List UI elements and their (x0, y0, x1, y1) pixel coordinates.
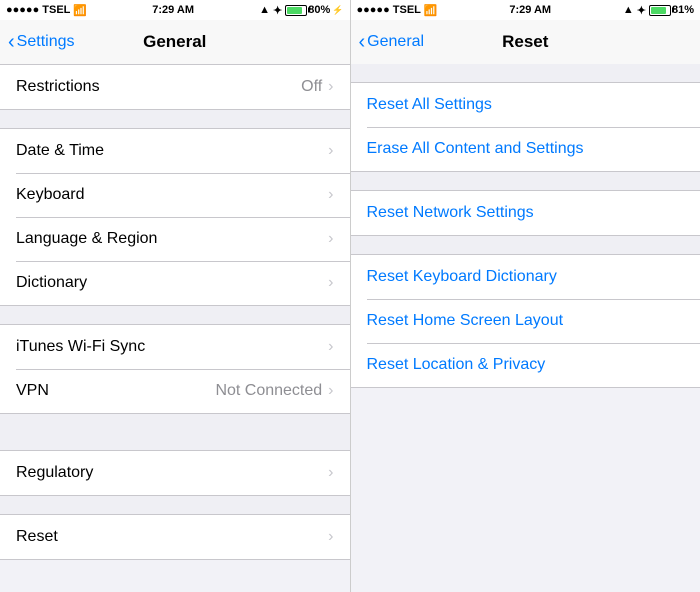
nav-bars: ‹ Settings General ‹ General Reset (0, 20, 700, 64)
sync-vpn-section: iTunes Wi-Fi Sync › VPN Not Connected › (0, 324, 350, 414)
reset-nav-section: Reset › (0, 514, 350, 560)
right-panel: Reset All Settings Erase All Content and… (351, 64, 700, 592)
regulatory-chevron-icon: › (328, 464, 333, 482)
reset-nav-chevron-icon: › (328, 528, 333, 546)
left-bluetooth-icon: ✦ (273, 4, 282, 17)
reset-keyboard-dict-row[interactable]: Reset Keyboard Dictionary (351, 255, 700, 299)
reset-home-screen-row[interactable]: Reset Home Screen Layout (351, 299, 700, 343)
left-nav-bar: ‹ Settings General (0, 20, 350, 64)
keyboard-label: Keyboard (16, 186, 328, 204)
left-back-label: Settings (17, 33, 75, 51)
regulatory-section: Regulatory › (0, 450, 350, 496)
left-status-left: ●●●●● TSEL 📶 (6, 4, 87, 17)
date-time-chevron-icon: › (328, 142, 333, 160)
left-battery-fill (287, 7, 301, 14)
right-nav-title: Reset (502, 32, 548, 52)
spacer-2 (0, 306, 350, 324)
erase-all-row[interactable]: Erase All Content and Settings (351, 127, 700, 171)
main-content: Restrictions Off › Date & Time › Keyboar… (0, 64, 700, 592)
dictionary-label: Dictionary (16, 274, 328, 292)
language-region-label: Language & Region (16, 230, 328, 248)
restrictions-chevron-icon: › (328, 78, 333, 96)
reset-all-settings-label: Reset All Settings (367, 96, 492, 114)
right-back-chevron-icon: ‹ (359, 32, 366, 52)
left-back-button[interactable]: ‹ Settings (8, 33, 74, 52)
left-wifi-icon: 📶 (73, 4, 87, 17)
left-status-right: ▲ ✦ 80% ⚡ (259, 4, 343, 17)
left-location-icon: ▲ (259, 4, 270, 16)
date-time-label: Date & Time (16, 142, 328, 160)
language-region-chevron-icon: › (328, 230, 333, 248)
dictionary-chevron-icon: › (328, 274, 333, 292)
restrictions-row[interactable]: Restrictions Off › (0, 65, 350, 109)
right-battery-percent: 81% (672, 4, 694, 16)
right-wifi-icon: 📶 (424, 4, 438, 17)
right-nav-bar: ‹ General Reset (350, 20, 700, 64)
language-region-row[interactable]: Language & Region › (0, 217, 350, 261)
right-carrier: ●●●●● TSEL (357, 4, 421, 16)
reset-group-2: Reset Network Settings (351, 190, 700, 236)
left-battery-icon (285, 5, 307, 16)
right-bluetooth-icon: ✦ (637, 4, 646, 17)
left-carrier: ●●●●● TSEL (6, 4, 70, 16)
right-back-button[interactable]: ‹ General (359, 33, 425, 52)
right-location-icon: ▲ (623, 4, 634, 16)
spacer-5 (0, 496, 350, 514)
right-spacer-2 (351, 172, 700, 190)
right-status-bar: ●●●●● TSEL 📶 7:29 AM ▲ ✦ 81% (351, 0, 700, 20)
regulatory-row[interactable]: Regulatory › (0, 451, 350, 495)
right-spacer-3 (351, 236, 700, 254)
vpn-chevron-icon: › (328, 382, 333, 400)
left-status-bar: ●●●●● TSEL 📶 7:29 AM ▲ ✦ 80% ⚡ (0, 0, 350, 20)
reset-location-privacy-row[interactable]: Reset Location & Privacy (351, 343, 700, 387)
general-section: Date & Time › Keyboard › Language & Regi… (0, 128, 350, 306)
restrictions-value: Off (301, 78, 322, 96)
reset-keyboard-dict-label: Reset Keyboard Dictionary (367, 268, 557, 286)
restrictions-section: Restrictions Off › (0, 64, 350, 110)
right-battery-icon (649, 5, 671, 16)
status-bars: ●●●●● TSEL 📶 7:29 AM ▲ ✦ 80% ⚡ ●●●●● TSE… (0, 0, 700, 20)
right-status-right: ▲ ✦ 81% (623, 4, 694, 17)
erase-all-label: Erase All Content and Settings (367, 140, 584, 158)
keyboard-row[interactable]: Keyboard › (0, 173, 350, 217)
keyboard-chevron-icon: › (328, 186, 333, 204)
spacer-3 (0, 414, 350, 432)
left-battery-percent: 80% (308, 4, 330, 16)
reset-nav-label: Reset (16, 528, 328, 546)
itunes-wifi-label: iTunes Wi-Fi Sync (16, 338, 328, 356)
reset-network-row[interactable]: Reset Network Settings (351, 191, 700, 235)
reset-home-screen-label: Reset Home Screen Layout (367, 312, 564, 330)
reset-all-settings-row[interactable]: Reset All Settings (351, 83, 700, 127)
right-back-label: General (367, 33, 424, 51)
right-battery: 81% (649, 4, 694, 16)
reset-network-label: Reset Network Settings (367, 204, 534, 222)
vpn-row[interactable]: VPN Not Connected › (0, 369, 350, 413)
left-battery: 80% ⚡ (285, 4, 343, 16)
reset-group-1: Reset All Settings Erase All Content and… (351, 82, 700, 172)
itunes-wifi-row[interactable]: iTunes Wi-Fi Sync › (0, 325, 350, 369)
vpn-value: Not Connected (215, 382, 322, 400)
restrictions-label: Restrictions (16, 78, 301, 96)
dictionary-row[interactable]: Dictionary › (0, 261, 350, 305)
itunes-wifi-chevron-icon: › (328, 338, 333, 356)
left-charging-icon: ⚡ (332, 5, 343, 16)
reset-nav-row[interactable]: Reset › (0, 515, 350, 559)
left-back-chevron-icon: ‹ (8, 32, 15, 52)
reset-group-3: Reset Keyboard Dictionary Reset Home Scr… (351, 254, 700, 388)
reset-location-privacy-label: Reset Location & Privacy (367, 356, 546, 374)
spacer-4 (0, 432, 350, 450)
left-time: 7:29 AM (152, 4, 194, 16)
date-time-row[interactable]: Date & Time › (0, 129, 350, 173)
right-status-left: ●●●●● TSEL 📶 (357, 4, 438, 17)
right-spacer-1 (351, 64, 700, 82)
left-panel: Restrictions Off › Date & Time › Keyboar… (0, 64, 351, 592)
vpn-label: VPN (16, 382, 215, 400)
spacer-1 (0, 110, 350, 128)
right-battery-fill (651, 7, 666, 14)
right-time: 7:29 AM (509, 4, 551, 16)
regulatory-label: Regulatory (16, 464, 328, 482)
left-nav-title: General (143, 32, 206, 52)
